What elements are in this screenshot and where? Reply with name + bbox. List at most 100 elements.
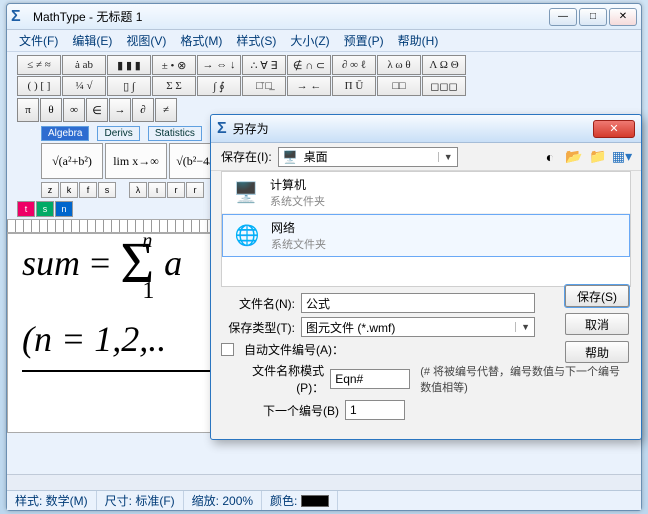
color-tab[interactable]: n (55, 201, 73, 217)
menu-view[interactable]: 视图(V) (120, 30, 172, 51)
next-number-label: 下一个编号(B) (239, 402, 339, 419)
minimize-button[interactable]: — (549, 8, 577, 26)
menu-edit[interactable]: 编辑(E) (66, 30, 118, 51)
favorite-template[interactable]: lim x→∞ (105, 143, 167, 179)
template-palette[interactable]: ¼ √ (62, 76, 106, 96)
eq-equals: = (90, 242, 110, 284)
computer-icon: 🖥️ (230, 179, 262, 207)
template-palette[interactable]: → ← (287, 76, 331, 96)
dialog-close-button[interactable]: ✕ (593, 120, 635, 138)
list-item[interactable]: 🌐 网络 系统文件夹 (222, 214, 630, 257)
quick-symbol[interactable]: θ (40, 98, 62, 122)
template-palette[interactable]: □□ (377, 76, 421, 96)
pattern-hint: (# 将被编号代替，编号数值与下一个编号数值相等) (420, 363, 631, 395)
maximize-button[interactable]: □ (579, 8, 607, 26)
back-icon[interactable]: ◐ (541, 148, 559, 166)
sigma-lower: 1 (142, 271, 154, 311)
filetype-combo[interactable]: 图元文件 (*.wmf) ▼ (301, 317, 535, 337)
sigma-symbol: Σ n 1 (120, 243, 154, 283)
symbol-palette[interactable]: ▮ ▮ ▮ (107, 55, 151, 75)
template-palette[interactable]: ▯ ∫ (107, 76, 151, 96)
symbol-palette[interactable]: ∂ ∞ ℓ (332, 55, 376, 75)
dialog-toolbar: 保存在(I): 🖥️ 桌面 ▼ ◐ 📂 📁 ▦▾ (211, 143, 641, 171)
help-button[interactable]: 帮助 (565, 341, 629, 363)
mini-symbol[interactable]: λ (129, 182, 147, 198)
file-list[interactable]: 🖥️ 计算机 系统文件夹 🌐 网络 系统文件夹 (221, 171, 631, 287)
mini-symbol[interactable]: s (98, 182, 116, 198)
mini-symbol[interactable]: ι (148, 182, 166, 198)
new-folder-icon[interactable]: 📁 (589, 148, 607, 166)
status-zoom[interactable]: 缩放: 200% (184, 491, 262, 510)
quick-symbol[interactable]: → (109, 98, 131, 122)
mini-symbol[interactable]: f (79, 182, 97, 198)
template-palette[interactable]: Σ Σ (152, 76, 196, 96)
mini-symbol[interactable]: r (167, 182, 185, 198)
filename-label: 文件名(N): (221, 295, 295, 312)
window-controls: — □ ✕ (549, 8, 637, 26)
menu-help[interactable]: 帮助(H) (392, 30, 445, 51)
save-button[interactable]: 保存(S) (565, 285, 629, 307)
quick-symbol[interactable]: ∞ (63, 98, 85, 122)
auto-number-label: 自动文件编号(A)： (244, 341, 344, 358)
quick-symbol[interactable]: ∂ (132, 98, 154, 122)
template-palette[interactable]: ( ) [ ] (17, 76, 61, 96)
symbol-palette[interactable]: → ⇔ ↓ (197, 55, 241, 75)
mini-symbol[interactable]: r (186, 182, 204, 198)
status-color[interactable]: 颜色: (262, 491, 338, 510)
filename-input[interactable] (301, 293, 535, 313)
status-style[interactable]: 样式: 数学(M) (7, 491, 97, 510)
menu-size[interactable]: 大小(Z) (284, 30, 335, 51)
color-tab[interactable]: s (36, 201, 54, 217)
horizontal-scrollbar[interactable] (7, 474, 641, 490)
pattern-label: 文件名称模式(P)： (239, 362, 324, 396)
symbol-palette[interactable]: ± • ⊗ (152, 55, 196, 75)
menu-style[interactable]: 样式(S) (230, 30, 282, 51)
symbol-palette[interactable]: ≤ ≠ ≈ (17, 55, 61, 75)
symbol-palette[interactable]: ∴ ∀ ∃ (242, 55, 286, 75)
symbol-palette[interactable]: λ ω θ (377, 55, 421, 75)
mini-symbol[interactable]: z (41, 182, 59, 198)
symbol-palette[interactable]: Λ Ω Θ (422, 55, 466, 75)
symbol-palette[interactable]: ȧ ab (62, 55, 106, 75)
up-folder-icon[interactable]: 📂 (565, 148, 583, 166)
filetype-label: 保存类型(T): (221, 319, 295, 336)
dialog-titlebar: Σ 另存为 ✕ (211, 115, 641, 143)
list-item[interactable]: 🖥️ 计算机 系统文件夹 (222, 172, 630, 214)
template-palette[interactable]: □̄ □̲ (242, 76, 286, 96)
menubar: 文件(F) 编辑(E) 视图(V) 格式(M) 样式(S) 大小(Z) 预置(P… (7, 30, 641, 52)
favorite-template[interactable]: √(a²+b²) (41, 143, 103, 179)
eq-lhs: sum (22, 242, 80, 284)
view-menu-icon[interactable]: ▦▾ (613, 148, 631, 166)
item-subtitle: 系统文件夹 (271, 236, 326, 252)
tab-algebra[interactable]: Algebra (41, 126, 89, 141)
next-number-input[interactable] (345, 400, 405, 420)
eq-underline (22, 370, 232, 372)
dialog-title: 另存为 (233, 120, 269, 137)
color-tab[interactable]: t (17, 201, 35, 217)
quick-symbol[interactable]: ≠ (155, 98, 177, 122)
template-palette[interactable]: ◻◻◻ (422, 76, 466, 96)
template-palette[interactable]: Π Ū (332, 76, 376, 96)
network-icon: 🌐 (231, 222, 263, 250)
auto-number-checkbox[interactable] (221, 343, 234, 356)
filetype-value: 图元文件 (*.wmf) (306, 319, 395, 336)
template-palette[interactable]: ∫ ∮ (197, 76, 241, 96)
tab-derivs[interactable]: Derivs (97, 126, 139, 141)
color-swatch (301, 495, 329, 507)
tab-statistics[interactable]: Statistics (148, 126, 202, 141)
mini-symbol[interactable]: k (60, 182, 78, 198)
status-size[interactable]: 尺寸: 标准(F) (97, 491, 184, 510)
menu-prefs[interactable]: 预置(P) (338, 30, 390, 51)
menu-file[interactable]: 文件(F) (13, 30, 64, 51)
cancel-button[interactable]: 取消 (565, 313, 629, 335)
statusbar: 样式: 数学(M) 尺寸: 标准(F) 缩放: 200% 颜色: (7, 490, 641, 510)
save-in-value: 桌面 (304, 148, 328, 165)
quick-symbol[interactable]: ∈ (86, 98, 108, 122)
menu-format[interactable]: 格式(M) (174, 30, 228, 51)
save-in-combo[interactable]: 🖥️ 桌面 ▼ (278, 147, 458, 167)
save-in-label: 保存在(I): (221, 148, 272, 165)
close-button[interactable]: ✕ (609, 8, 637, 26)
pattern-input[interactable] (330, 369, 410, 389)
quick-symbol[interactable]: π (17, 98, 39, 122)
symbol-palette[interactable]: ∉ ∩ ⊂ (287, 55, 331, 75)
